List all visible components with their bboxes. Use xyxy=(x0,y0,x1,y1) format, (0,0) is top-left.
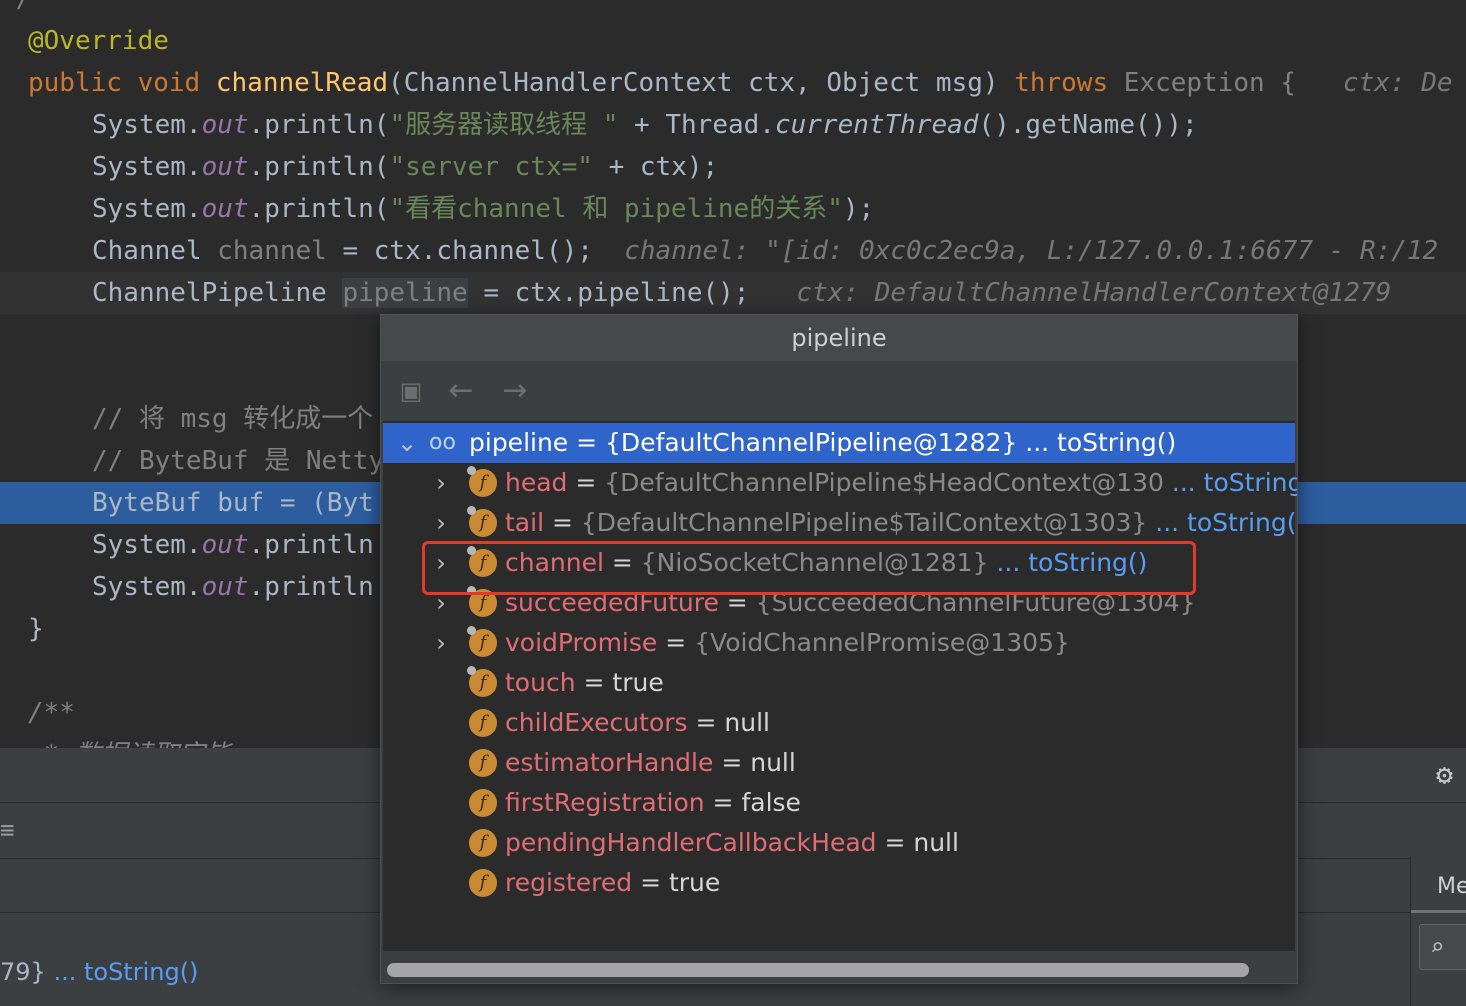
field-row-childExecutors[interactable]: f childExecutors = null xyxy=(383,703,1295,743)
search-icon: ⌕ xyxy=(1430,933,1445,961)
field-icon: f xyxy=(469,709,497,737)
field-row-tail[interactable]: › f tail = {DefaultChannelPipeline$TailCon… xyxy=(383,503,1297,543)
field-value: true xyxy=(612,668,664,697)
field-row-voidPromise[interactable]: › f voidPromise = {VoidChannelPromise@1305… xyxy=(383,623,1295,663)
equals-sign: = xyxy=(567,468,605,497)
memory-panel: Me ⌕ xyxy=(1410,856,1466,1006)
field-name: touch xyxy=(505,668,576,697)
chevron-right-icon[interactable]: › xyxy=(431,503,451,543)
field-name: childExecutors xyxy=(505,708,688,737)
field-text: childExecutors = null xyxy=(505,703,770,743)
gear-icon[interactable]: ⚙ xyxy=(1436,760,1466,790)
equals-sign: = xyxy=(544,508,581,537)
field-icon: f xyxy=(467,666,497,697)
equals-sign: = xyxy=(632,868,669,897)
tostring-link[interactable]: ... toString() xyxy=(53,958,198,986)
tostring-link[interactable]: ... toString() xyxy=(1017,428,1176,457)
popup-toolbar: ▣ ← → xyxy=(381,363,1297,419)
chevron-down-icon[interactable]: ⌄ xyxy=(397,423,417,463)
field-name: registered xyxy=(505,868,633,897)
field-row-touch[interactable]: f touch = true xyxy=(383,663,1295,703)
equals-sign: = xyxy=(876,828,914,857)
equals-sign: = xyxy=(687,708,725,737)
field-icon: f xyxy=(467,466,497,497)
field-row-pendingHandlerCallbackHead[interactable]: f pendingHandlerCallbackHead = null xyxy=(383,823,1295,863)
field-row-firstRegistration[interactable]: f firstRegistration = false xyxy=(383,783,1295,823)
field-value: {DefaultChannelPipeline$TailContext@1303… xyxy=(580,508,1148,537)
field-value: {VoidChannelPromise@1305} xyxy=(694,628,1070,657)
chevron-right-icon[interactable]: › xyxy=(431,463,451,503)
field-value: null xyxy=(724,708,770,737)
open-in-new-window-icon[interactable]: ▣ xyxy=(393,373,429,409)
code-line-pipeline: ChannelPipeline pipeline = ctx.pipeline(… xyxy=(0,272,1466,314)
tab-underline xyxy=(1411,910,1466,913)
back-arrow-icon[interactable]: ← xyxy=(443,373,479,409)
field-icon: f xyxy=(469,749,497,777)
field-value: null xyxy=(750,748,796,777)
field-text: tail = {DefaultChannelPipeline$TailConte… xyxy=(505,503,1297,543)
field-name: pendingHandlerCallbackHead xyxy=(505,828,877,857)
code-line-println-thread: System.out.println("服务器读取线程 " + Thread.c… xyxy=(92,110,1198,140)
field-name: firstRegistration xyxy=(505,788,705,817)
field-text: voidPromise = {VoidChannelPromise@1305} xyxy=(505,623,1070,663)
forward-arrow-icon[interactable]: → xyxy=(497,373,533,409)
field-row-registered[interactable]: f registered = true xyxy=(383,863,1295,903)
search-input[interactable]: ⌕ xyxy=(1419,924,1466,970)
equals-sign: = xyxy=(575,668,613,697)
tree-root-pipeline[interactable]: ⌄ oo pipeline = {DefaultChannelPipeline@… xyxy=(383,423,1295,463)
code-line-println-relation: System.out.println("看看channel 和 pipeline… xyxy=(92,194,875,224)
field-text: estimatorHandle = null xyxy=(505,743,796,783)
equals-sign: = xyxy=(657,628,695,657)
field-icon: f xyxy=(469,789,497,817)
equals-sign: = xyxy=(704,788,742,817)
field-value: {DefaultChannelPipeline$HeadContext@130 xyxy=(604,468,1164,497)
field-name: voidPromise xyxy=(505,628,658,657)
pipeline-variable[interactable]: pipeline xyxy=(342,278,468,308)
code-line-annotation: @Override xyxy=(28,26,169,56)
equals-sign: = xyxy=(713,748,751,777)
code-line-println-ctx: System.out.println("server ctx=" + ctx); xyxy=(92,152,719,182)
field-text: registered = true xyxy=(505,863,720,903)
field-text: firstRegistration = false xyxy=(505,783,801,823)
field-row-head[interactable]: › f head = {DefaultChannelPipeline$HeadCon… xyxy=(383,463,1297,503)
variables-row[interactable]: 79} ... toString() xyxy=(0,958,198,986)
code-line-comment-end: */ xyxy=(0,0,1466,20)
field-icon: f xyxy=(469,869,497,897)
code-line-method-decl: public void channelRead(ChannelHandlerCo… xyxy=(28,68,1453,98)
field-text: head = {DefaultChannelPipeline$HeadConte… xyxy=(505,463,1297,503)
field-value: null xyxy=(913,828,959,857)
field-icon: f xyxy=(467,626,497,657)
variable-inspector-popup: pipeline ▣ ← → ⌄ oo pipeline = {DefaultC… xyxy=(380,314,1298,984)
highlight-box xyxy=(422,541,1196,595)
tab-memory[interactable]: Me xyxy=(1437,874,1466,899)
field-value: true xyxy=(668,868,721,897)
field-name: estimatorHandle xyxy=(505,748,714,777)
field-text: pendingHandlerCallbackHead = null xyxy=(505,823,959,863)
tostring-link[interactable]: ... toString() xyxy=(1147,508,1297,537)
tostring-link[interactable]: ... toString() xyxy=(1164,468,1297,497)
variable-tree[interactable]: ⌄ oo pipeline = {DefaultChannelPipeline@… xyxy=(383,421,1297,951)
popup-title: pipeline xyxy=(381,315,1297,361)
field-row-estimatorHandle[interactable]: f estimatorHandle = null xyxy=(383,743,1295,783)
field-icon: f xyxy=(467,506,497,537)
field-text: touch = true xyxy=(505,663,664,703)
horizontal-scrollbar[interactable] xyxy=(387,963,1249,977)
field-value: false xyxy=(741,788,801,817)
watch-glasses-icon: oo xyxy=(429,430,456,455)
field-icon: f xyxy=(469,829,497,857)
code-line-channel: Channel channel = ctx.channel(); channel… xyxy=(92,236,1439,266)
field-name: head xyxy=(505,468,568,497)
menu-icon[interactable]: ≡ xyxy=(0,816,14,844)
chevron-right-icon[interactable]: › xyxy=(431,623,451,663)
field-name: tail xyxy=(505,508,545,537)
